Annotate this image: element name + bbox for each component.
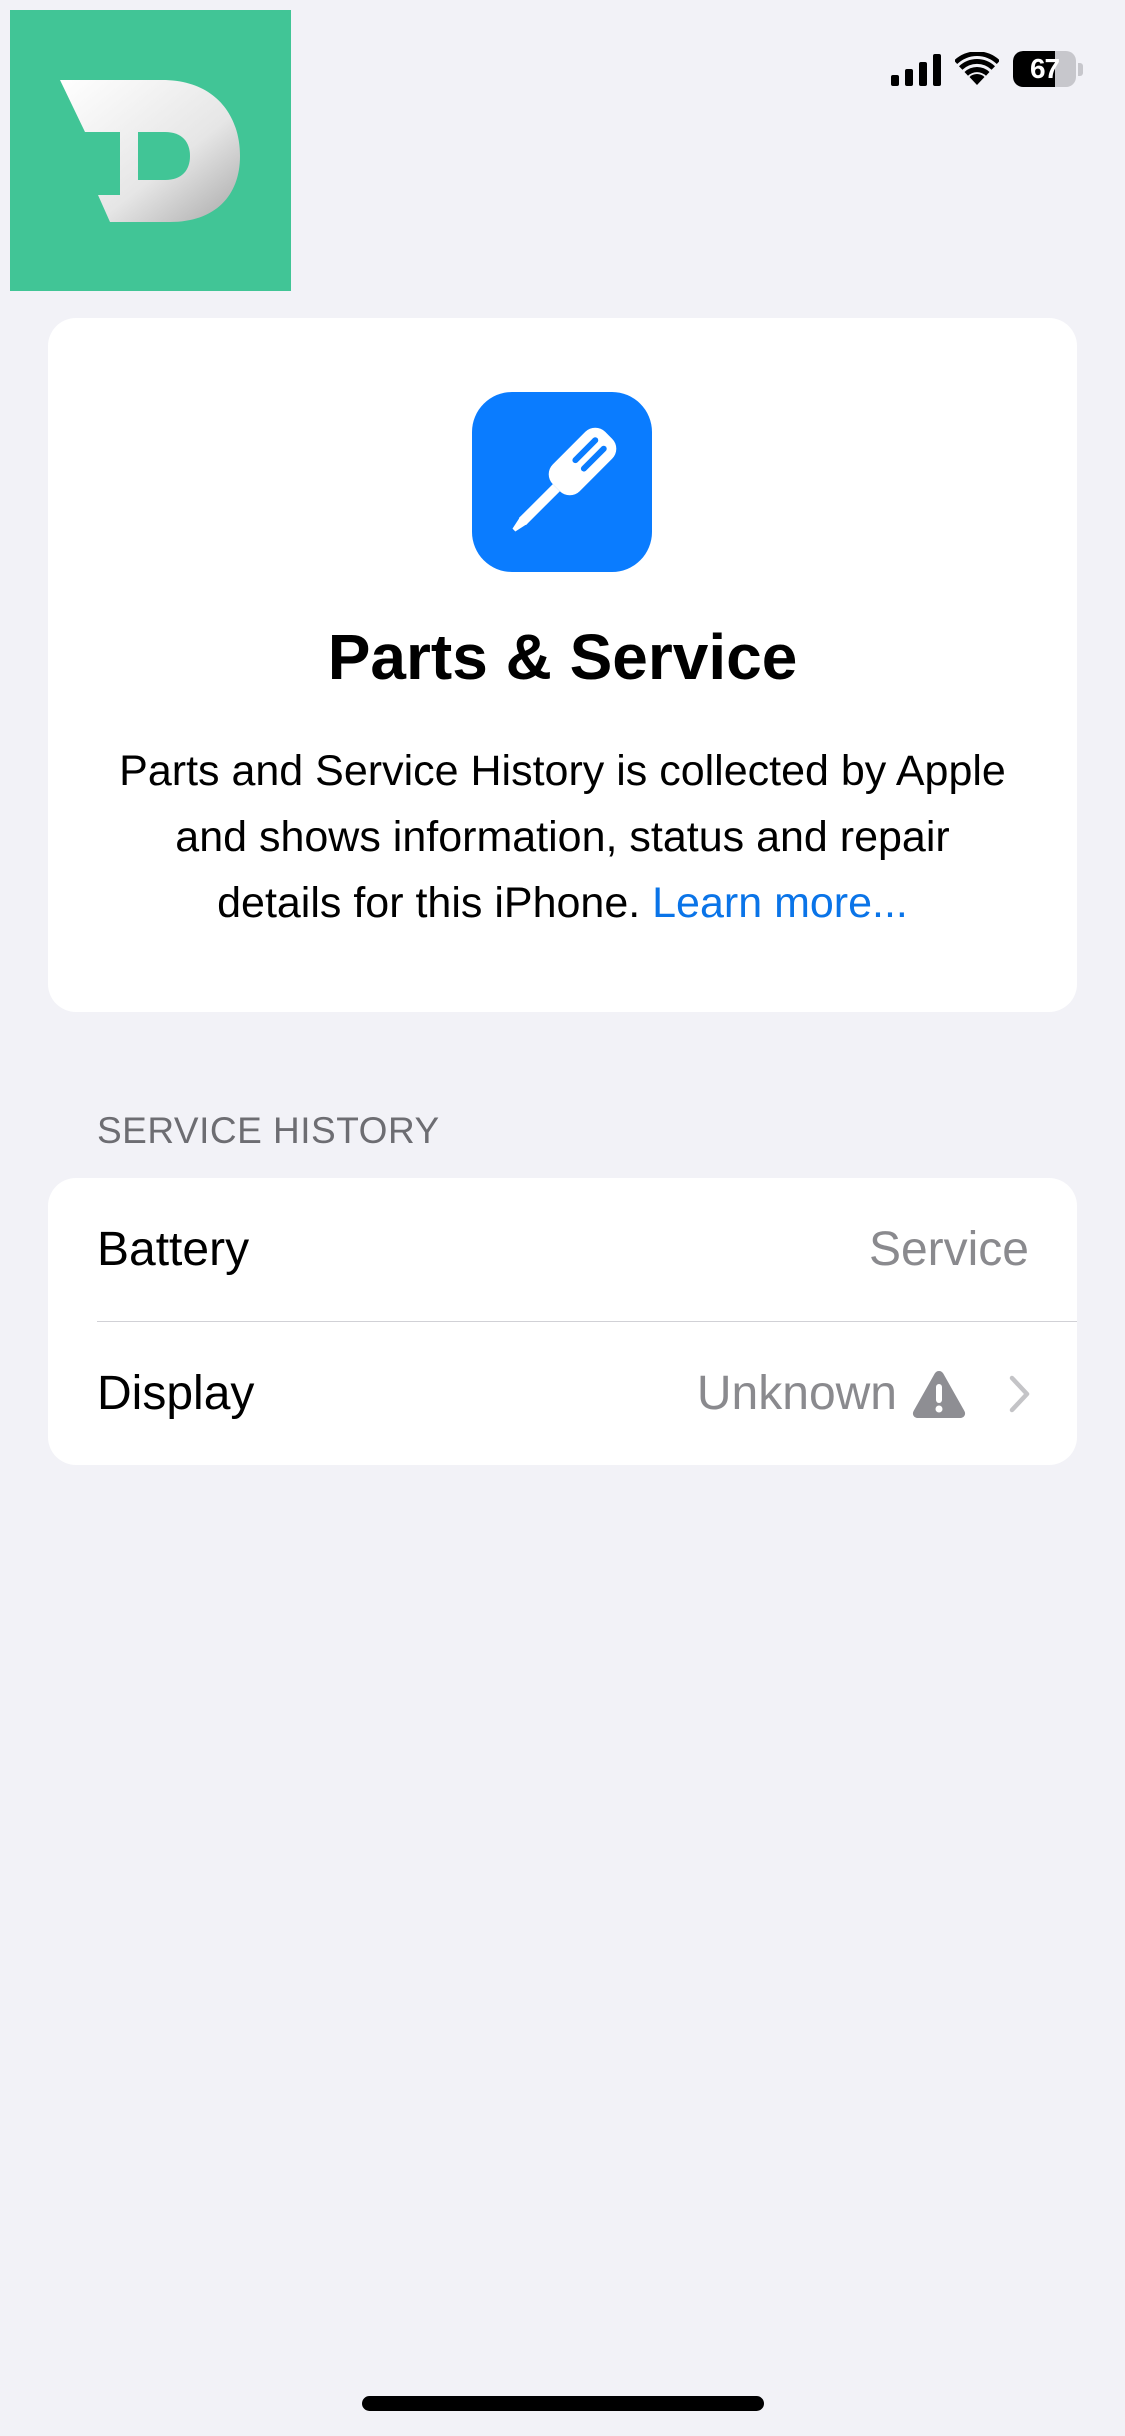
chevron-right-icon [1009, 1375, 1030, 1412]
description: Parts and Service History is collected b… [108, 738, 1017, 936]
learn-more-link[interactable]: Learn more... [652, 879, 908, 927]
parts-service-card: Parts & Service Parts and Service Histor… [48, 318, 1077, 1012]
page-title: Parts & Service [327, 621, 798, 693]
home-indicator[interactable] [362, 2396, 764, 2411]
row-value-battery: Service [868, 1223, 1029, 1276]
section-header-service-history: SERVICE HISTORY [97, 1110, 440, 1151]
wifi-icon [955, 52, 999, 85]
d-logo-icon [60, 80, 240, 222]
row-value-display: Unknown [696, 1367, 897, 1420]
row-label-display: Display [97, 1367, 255, 1420]
warning-icon [912, 1370, 966, 1418]
list-row-battery: Battery Service [48, 1178, 1077, 1321]
list-row-display[interactable]: Display Unknown [48, 1322, 1077, 1465]
watermark-logo [10, 10, 291, 291]
battery-level: 67 [1029, 53, 1060, 84]
screwdriver-icon [472, 392, 652, 572]
row-label-battery: Battery [97, 1223, 250, 1276]
battery-icon: 67 [1013, 51, 1083, 87]
signal-icon [891, 52, 941, 86]
service-history-list: Battery Service Display Unknown [48, 1178, 1077, 1465]
status-bar: 67 [891, 48, 1083, 90]
